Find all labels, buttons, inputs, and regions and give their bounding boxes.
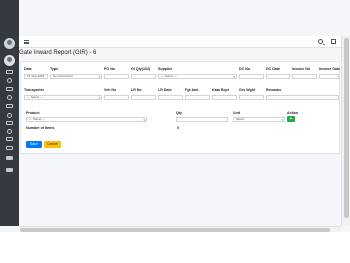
chevron-down-icon: ▾ xyxy=(143,118,145,122)
kata-rcpt-label: Kata Rcpt xyxy=(212,88,229,92)
edit-icon[interactable] xyxy=(6,137,13,141)
veh-no-label: Veh No xyxy=(104,88,117,92)
number-of-items-label: Number of Items xyxy=(26,126,55,130)
blank-area xyxy=(0,232,350,263)
gi-qty-field[interactable] xyxy=(131,74,156,79)
cancel-button[interactable]: Cancel xyxy=(44,141,61,148)
gi-qty-label: GI Qty(102) xyxy=(131,67,151,71)
unit-select-value: Select xyxy=(236,117,245,121)
page-title: Gate Inward Report (GIR) - 6 xyxy=(19,50,97,56)
supplier-select-value: --- Select --- xyxy=(161,74,177,78)
box-icon[interactable] xyxy=(6,104,13,108)
expand-icon[interactable] xyxy=(331,39,336,44)
date-field[interactable]: 21-Sep-2025 xyxy=(24,74,48,79)
remarks-field[interactable] xyxy=(266,95,339,100)
invoice-no-field[interactable] xyxy=(292,74,317,79)
search-icon[interactable] xyxy=(318,39,323,44)
circle-icon[interactable] xyxy=(7,95,12,100)
user-avatar-icon[interactable] xyxy=(4,55,15,66)
dc-no-label: DC No xyxy=(239,67,250,71)
circle-icon[interactable] xyxy=(7,113,12,118)
invoice-no-label: Invoice No xyxy=(292,67,311,71)
action-label: Action xyxy=(287,111,299,115)
invoice-date-field[interactable] xyxy=(319,74,339,79)
type-label: Type xyxy=(50,67,59,71)
number-of-items-value: 0 xyxy=(177,126,179,130)
qty-field[interactable] xyxy=(176,117,228,122)
truck-icon[interactable] xyxy=(6,121,13,125)
transporter-select[interactable]: --- Select --- ▾ xyxy=(24,95,102,100)
supplier-label: Supplier xyxy=(158,67,173,71)
type-select-value: Normal Inward xyxy=(53,74,73,78)
veh-no-field[interactable] xyxy=(104,95,129,100)
save-button[interactable]: Save xyxy=(26,141,42,148)
lr-date-label: LR Date xyxy=(158,88,172,92)
lr-no-field[interactable] xyxy=(131,95,156,100)
unit-label: Unit xyxy=(233,111,240,115)
product-select-value: --- Select --- xyxy=(29,117,45,121)
fgt-amt-field[interactable] xyxy=(185,95,210,100)
supplier-select[interactable]: --- Select --- ▾ xyxy=(158,74,237,79)
topbar xyxy=(19,36,341,48)
chevron-down-icon: ▾ xyxy=(98,75,100,79)
dc-no-field[interactable] xyxy=(239,74,264,79)
kata-rcpt-field[interactable] xyxy=(212,95,237,100)
vertical-scrollbar[interactable] xyxy=(341,36,350,226)
user-avatar-icon[interactable] xyxy=(4,38,15,49)
add-item-button[interactable]: + xyxy=(287,116,295,122)
type-select[interactable]: Normal Inward ▾ xyxy=(50,74,102,79)
dc-date-field[interactable] xyxy=(266,74,290,79)
list-icon[interactable] xyxy=(6,87,13,91)
date-label: Date xyxy=(24,67,32,71)
vertical-scroll-thumb[interactable] xyxy=(344,38,349,218)
report-icon[interactable] xyxy=(6,146,13,150)
product-select[interactable]: --- Select --- ▾ xyxy=(26,117,147,122)
remarks-label: Remarks xyxy=(266,88,282,92)
chevron-down-icon: ▾ xyxy=(233,75,235,79)
transporter-select-value: --- Select --- xyxy=(27,95,43,99)
chevron-down-icon: ▾ xyxy=(281,118,283,122)
dashboard-icon[interactable] xyxy=(6,70,13,74)
dc-date-label: DC Date xyxy=(266,67,280,71)
sidebar xyxy=(0,0,19,226)
invoice-date-label: Invoice Date xyxy=(319,67,341,71)
table-icon[interactable] xyxy=(6,156,13,160)
circle-icon[interactable] xyxy=(7,129,12,134)
fgt-amt-label: Fgt Amt xyxy=(185,88,199,92)
po-field[interactable] xyxy=(104,74,129,79)
settings-icon[interactable] xyxy=(6,168,13,172)
circle-icon[interactable] xyxy=(7,78,12,83)
chevron-down-icon: ▾ xyxy=(98,96,100,100)
grs-wght-label: Grs Wght xyxy=(239,88,256,92)
transporter-label: Transporter xyxy=(24,88,44,92)
lr-date-field[interactable] xyxy=(158,95,183,100)
qty-label: Qty xyxy=(176,111,182,115)
menu-icon[interactable] xyxy=(24,40,29,44)
gir-form-card: Date Type PO No GI Qty(102) Supplier DC … xyxy=(20,61,340,154)
grs-wght-field[interactable] xyxy=(239,95,264,100)
unit-select[interactable]: Select ▾ xyxy=(233,117,285,122)
lr-no-label: LR No xyxy=(131,88,142,92)
product-label: Product xyxy=(26,111,40,115)
po-label: PO No xyxy=(104,67,115,71)
